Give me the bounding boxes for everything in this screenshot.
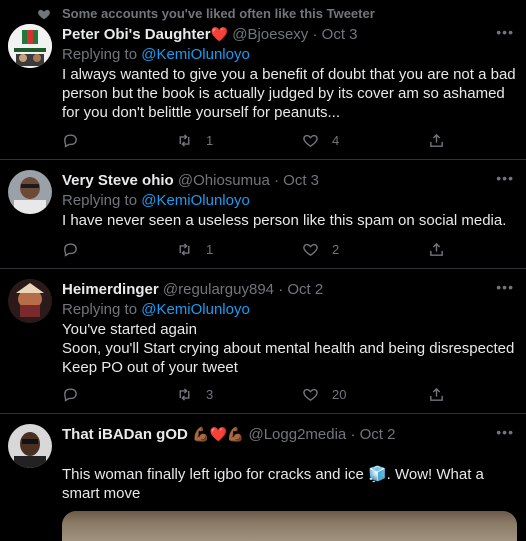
replying-label: Replying to bbox=[62, 192, 138, 209]
tweet-text: I have never seen a useless person like … bbox=[62, 212, 507, 229]
reply-button[interactable] bbox=[62, 130, 79, 150]
mention-link[interactable]: @KemiOlunloyo bbox=[141, 46, 250, 63]
retweet-icon bbox=[179, 387, 190, 401]
reply-icon bbox=[64, 242, 77, 257]
reply-icon bbox=[64, 133, 77, 148]
separator-dot: · bbox=[312, 26, 318, 43]
tweet-actions: 1 4 bbox=[62, 130, 502, 150]
share-icon bbox=[430, 242, 443, 256]
share-icon bbox=[430, 133, 443, 147]
like-button[interactable]: 20 bbox=[302, 384, 346, 404]
tweet-text: I always wanted to give you a benefit of… bbox=[62, 66, 516, 121]
more-options-icon[interactable]: ••• bbox=[496, 170, 514, 186]
reply-button[interactable] bbox=[62, 239, 79, 259]
name-emoji: 💪🏾❤️💪🏾 bbox=[192, 426, 245, 442]
more-options-icon[interactable]: ••• bbox=[496, 279, 514, 295]
avatar[interactable] bbox=[8, 279, 52, 323]
share-button[interactable] bbox=[428, 239, 445, 259]
tweet[interactable]: That iBADan gOD 💪🏾❤️💪🏾 @Logg2media · Oct… bbox=[0, 413, 526, 541]
tweet-date[interactable]: Oct 2 bbox=[360, 426, 396, 443]
mention-link[interactable]: @KemiOlunloyo bbox=[141, 301, 250, 318]
tweet-text-line: Keep PO out of your tweet bbox=[62, 359, 238, 376]
retweet-count: 3 bbox=[206, 386, 214, 402]
display-name[interactable]: Heimerdinger bbox=[62, 281, 159, 298]
replying-to: Replying to @KemiOlunloyo bbox=[62, 301, 250, 318]
handle[interactable]: @regularguy894 bbox=[163, 281, 274, 298]
heart-icon bbox=[303, 243, 318, 256]
display-name[interactable]: Very Steve ohio bbox=[62, 172, 174, 189]
display-name[interactable]: That iBADan gOD bbox=[62, 426, 188, 443]
tweet-actions: 1 2 bbox=[62, 239, 502, 259]
tweet[interactable]: Heimerdinger @regularguy894 · Oct 2 ••• … bbox=[0, 268, 526, 414]
avatar[interactable] bbox=[8, 170, 52, 214]
handle[interactable]: @Logg2media bbox=[248, 426, 346, 443]
like-count: 20 bbox=[332, 386, 347, 402]
tweet-date[interactable]: Oct 3 bbox=[322, 26, 358, 43]
reply-icon bbox=[64, 387, 77, 402]
retweet-icon bbox=[179, 133, 190, 147]
replying-to: Replying to @KemiOlunloyo bbox=[62, 46, 250, 63]
more-options-icon[interactable]: ••• bbox=[496, 424, 514, 440]
tweet-text: This woman finally left igbo for cracks … bbox=[62, 466, 484, 502]
retweet-icon bbox=[179, 242, 190, 256]
retweet-count: 1 bbox=[206, 132, 214, 148]
replying-label: Replying to bbox=[62, 46, 138, 63]
tweet-actions: 3 20 bbox=[62, 384, 502, 404]
separator-dot: · bbox=[274, 172, 279, 189]
tweet-text: You've started again Soon, you'll Start … bbox=[62, 320, 522, 377]
share-button[interactable] bbox=[428, 384, 445, 404]
tweet-text-line: Soon, you'll Start crying about mental h… bbox=[62, 340, 515, 357]
display-name[interactable]: Peter Obi's Daughter bbox=[62, 26, 211, 43]
like-count: 4 bbox=[332, 132, 340, 148]
retweet-button[interactable]: 3 bbox=[176, 384, 213, 404]
share-button[interactable] bbox=[428, 130, 445, 150]
tweet-media-image[interactable] bbox=[62, 511, 517, 541]
mention-link[interactable]: @KemiOlunloyo bbox=[141, 192, 250, 209]
heart-icon bbox=[303, 388, 318, 401]
tweet[interactable]: Very Steve ohio @Ohiosumua · Oct 3 ••• R… bbox=[0, 159, 526, 269]
share-icon bbox=[430, 387, 443, 401]
separator-dot: · bbox=[278, 281, 284, 298]
like-count: 2 bbox=[332, 241, 340, 257]
retweet-button[interactable]: 1 bbox=[176, 130, 213, 150]
name-emoji: ❤️ bbox=[210, 26, 229, 42]
retweet-button[interactable]: 1 bbox=[176, 239, 213, 259]
avatar[interactable] bbox=[8, 24, 52, 68]
heart-icon bbox=[303, 134, 318, 147]
separator-dot: · bbox=[350, 426, 356, 443]
like-button[interactable]: 2 bbox=[302, 239, 339, 259]
replying-to: Replying to @KemiOlunloyo bbox=[62, 192, 250, 209]
handle[interactable]: @Ohiosumua bbox=[178, 172, 270, 189]
retweet-count: 1 bbox=[206, 241, 214, 257]
handle[interactable]: @Bjoesexy bbox=[232, 26, 308, 43]
reply-button[interactable] bbox=[62, 384, 79, 404]
avatar[interactable] bbox=[8, 424, 52, 468]
more-options-icon[interactable]: ••• bbox=[496, 24, 514, 40]
tweet-date[interactable]: Oct 2 bbox=[287, 281, 323, 298]
replying-label: Replying to bbox=[62, 301, 138, 318]
like-button[interactable]: 4 bbox=[302, 130, 339, 150]
tweet[interactable]: Peter Obi's Daughter❤️ @Bjoesexy · Oct 3… bbox=[0, 14, 526, 160]
tweet-text-line: You've started again bbox=[62, 321, 197, 338]
tweet-date[interactable]: Oct 3 bbox=[283, 172, 319, 189]
